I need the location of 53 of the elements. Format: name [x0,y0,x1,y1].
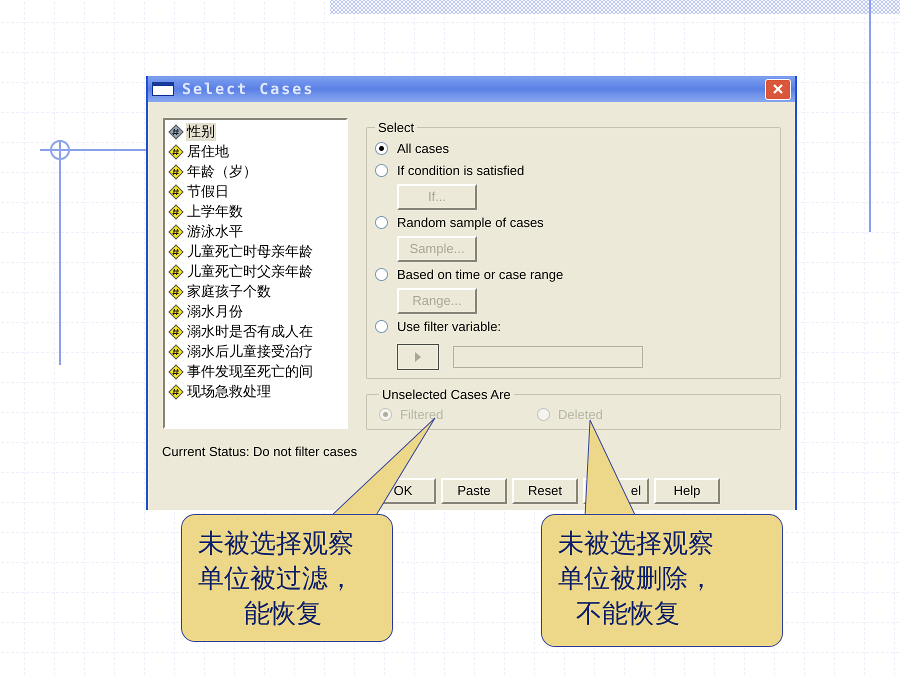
hash-diamond-icon [168,364,184,380]
filter-variable-field[interactable] [453,346,643,368]
radio-button[interactable] [375,268,388,281]
radio-button[interactable] [375,164,388,177]
status-text: Current Status: Do not filter cases [161,443,358,461]
hash-diamond-icon [168,144,184,160]
hash-diamond-icon [168,304,184,320]
play-icon [415,352,421,362]
callout-text: 未被选择观察 单位被删除， 不能恢复 [558,528,715,631]
hash-diamond-icon [168,344,184,360]
close-icon [772,83,784,95]
option-label: Use filter variable: [397,318,502,336]
variable-item[interactable]: 性别 [186,123,216,141]
group-title: Unselected Cases Are [381,386,512,404]
variable-item[interactable]: 溺水时是否有成人在 [186,323,314,341]
variable-item[interactable]: 事件发现至死亡的间 [186,363,314,381]
dialog-button[interactable]: Paste [441,478,507,504]
radio-button[interactable] [375,216,388,229]
variable-item[interactable]: 儿童死亡时母亲年龄 [186,243,314,261]
variable-item[interactable]: 溺水月份 [186,303,244,321]
hash-diamond-icon [168,184,184,200]
variable-item[interactable]: 节假日 [186,183,230,201]
dialog-button[interactable]: Reset [512,478,578,504]
option-label: If condition is satisfied [397,162,524,180]
move-button[interactable] [397,344,439,370]
option-label: All cases [397,140,450,158]
option-label: Based on time or case range [397,266,564,284]
variable-item[interactable]: 年龄（岁） [186,163,258,181]
variable-item[interactable]: 溺水后儿童接受治疗 [186,343,314,361]
hash-diamond-icon [168,264,184,280]
group-title: Select [377,119,416,137]
dialog-button[interactable]: Help [654,478,720,504]
variable-item[interactable]: 游泳水平 [186,223,244,241]
option-label: Random sample of cases [397,214,544,232]
hash-diamond-icon [168,244,184,260]
hash-diamond-icon [168,204,184,220]
hash-diamond-icon [168,284,184,300]
hash-diamond-icon [168,224,184,240]
window-icon [152,82,174,96]
variable-item[interactable]: 儿童死亡时父亲年龄 [186,263,314,281]
variable-item[interactable]: 现场急救处理 [186,383,272,401]
radio-button[interactable] [375,142,388,155]
variable-item[interactable]: 家庭孩子个数 [186,283,272,301]
variable-item[interactable]: 居住地 [186,143,230,161]
variable-item[interactable]: 上学年数 [186,203,244,221]
window-title: Select Cases [182,78,314,100]
hash-diamond-icon [168,164,184,180]
radio-button[interactable] [375,320,388,333]
hash-diamond-icon [168,384,184,400]
close-button[interactable] [765,78,791,100]
hash-diamond-icon [168,124,184,140]
hash-diamond-icon [168,324,184,340]
callout-text: 未被选择观察 单位被过滤， 能恢复 [198,528,355,631]
